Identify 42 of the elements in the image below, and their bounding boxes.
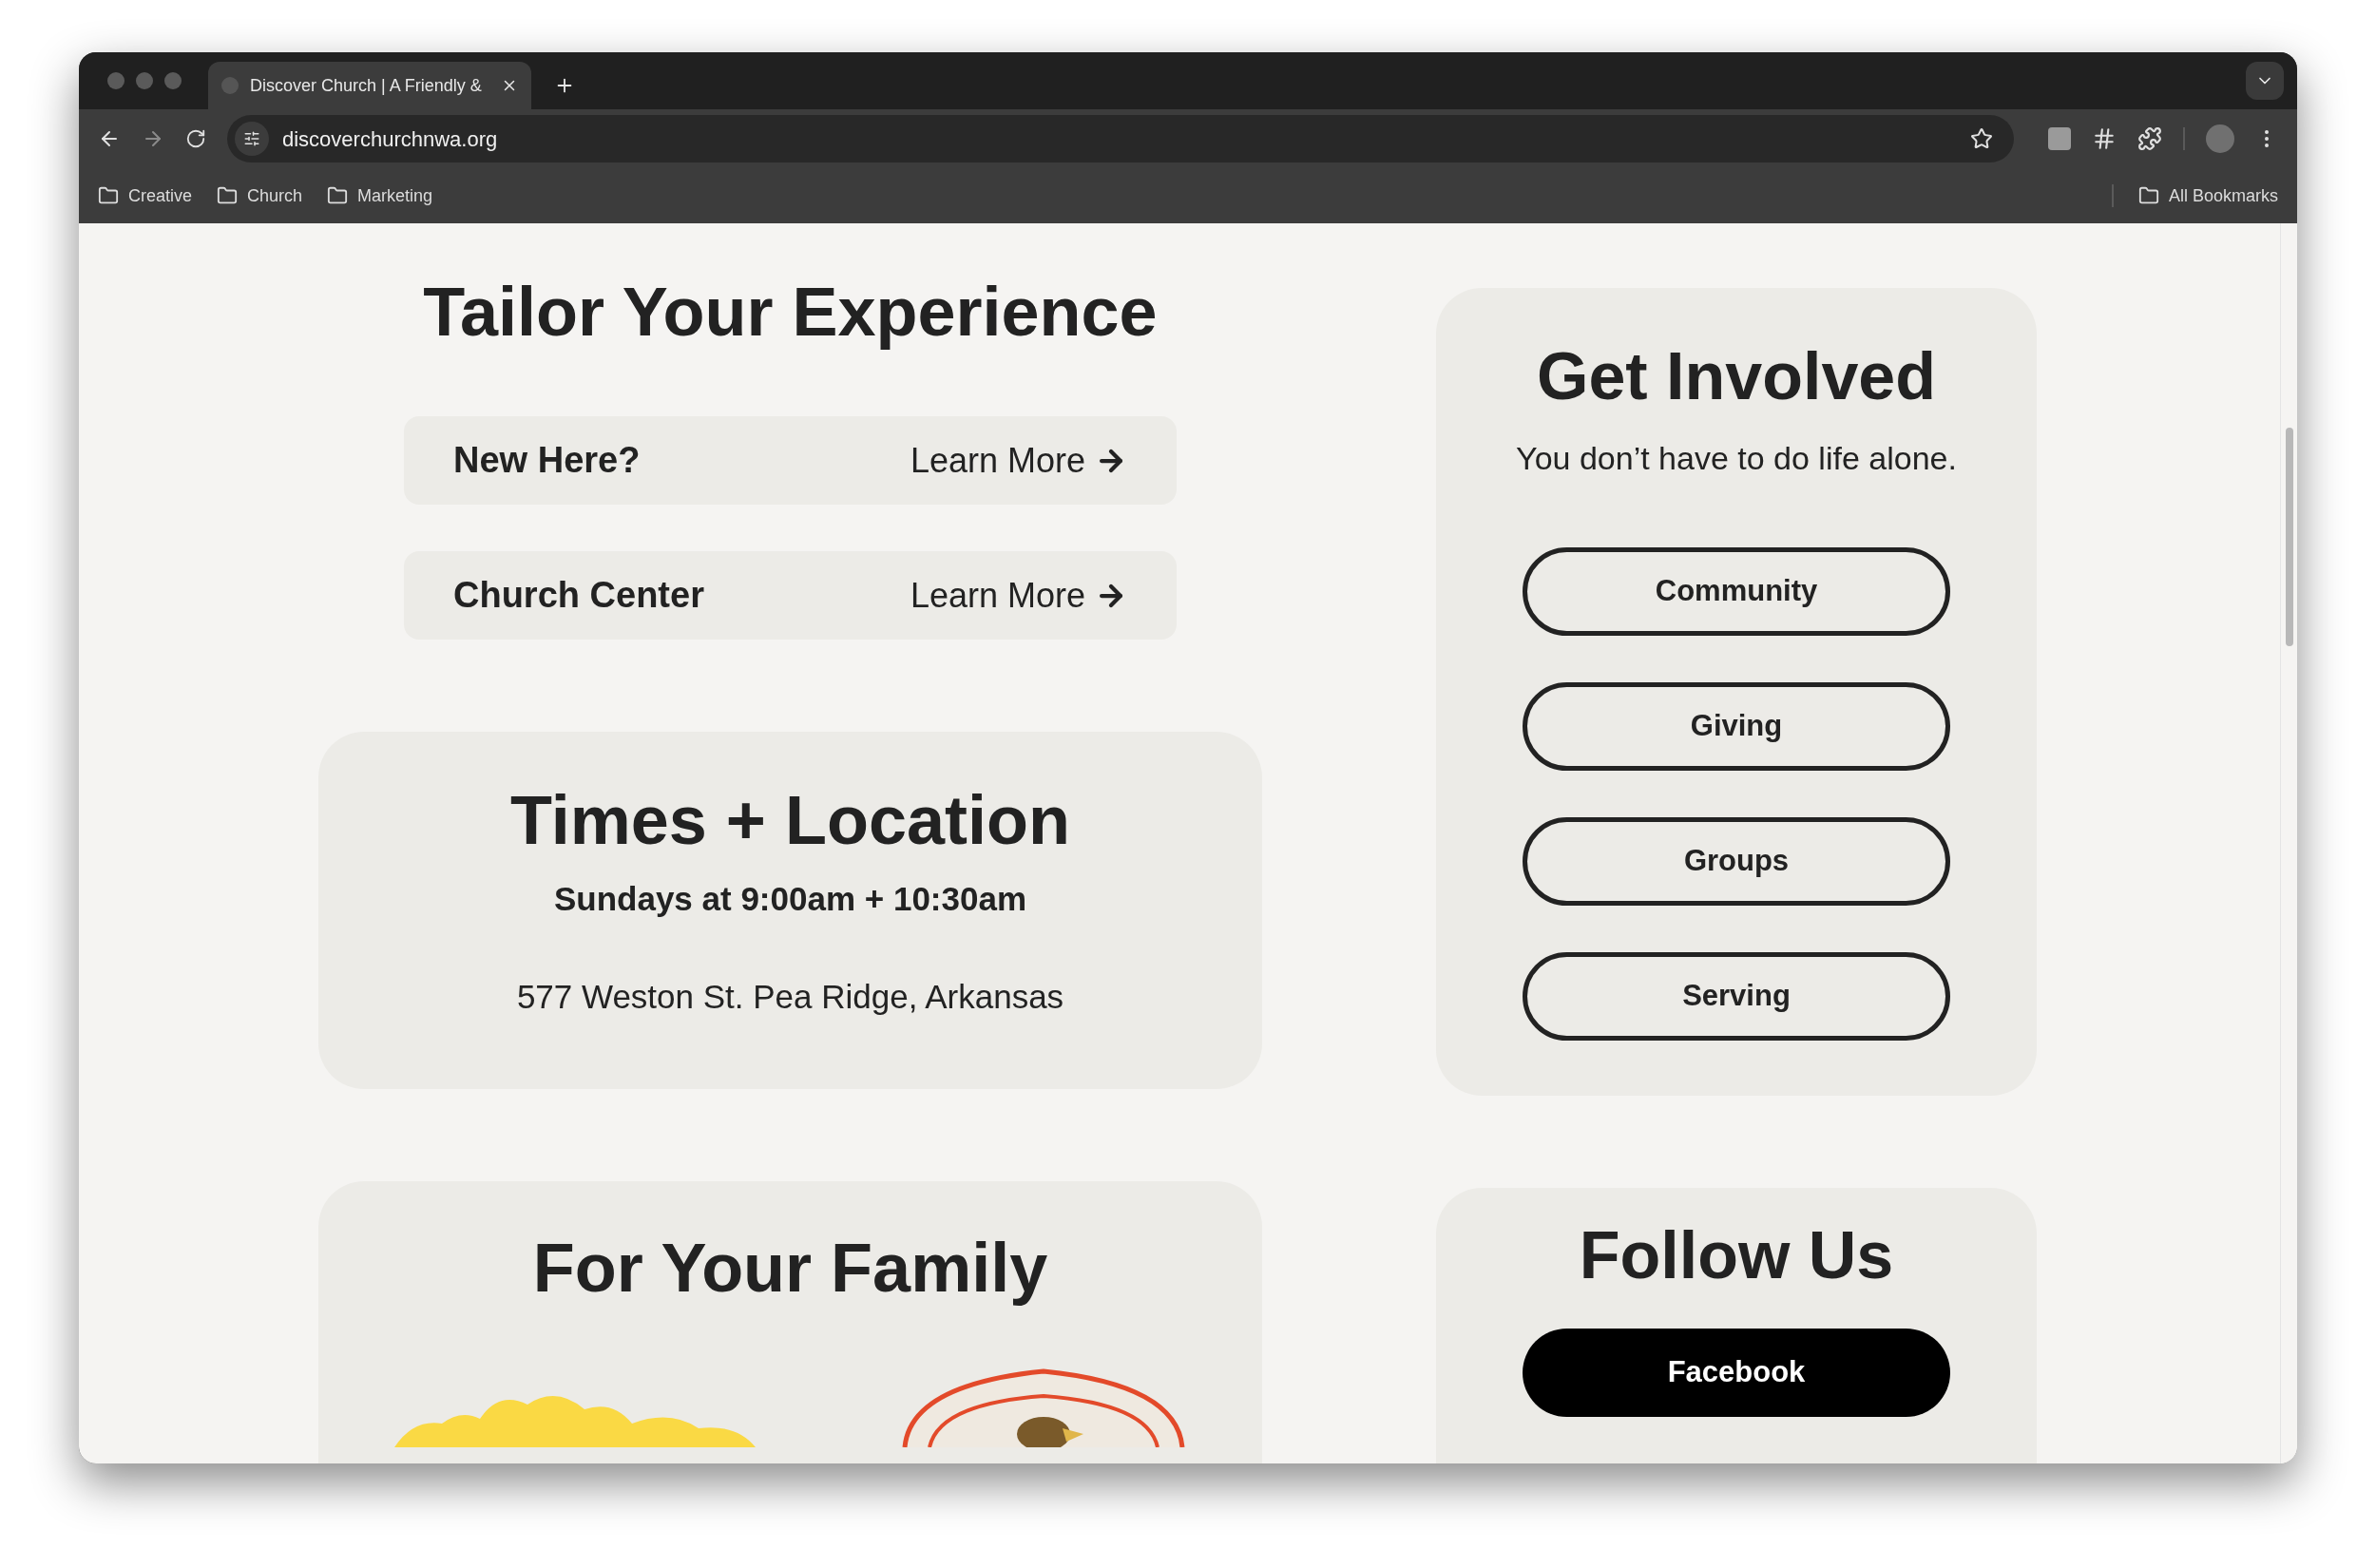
service-times-text: Sundays at 9:00am + 10:30am (553, 879, 1027, 919)
folder-icon (2137, 185, 2159, 206)
site-favicon-icon (221, 77, 239, 94)
outline-pill-button[interactable]: Serving (1523, 952, 1950, 1041)
folder-icon (98, 185, 119, 206)
all-bookmarks-item[interactable]: All Bookmarks (2137, 182, 2278, 209)
bookmark-item[interactable]: Creative (98, 182, 193, 209)
card-subtitle: You don’t have to do life alone. (1516, 439, 1957, 478)
address-bar[interactable]: discoverchurchnwa.org (227, 115, 2014, 163)
learn-more-link[interactable]: Learn More (910, 434, 1127, 487)
bookmark-item[interactable]: Marketing (327, 182, 433, 209)
window-zoom-control[interactable] (164, 72, 182, 89)
bookmark-item[interactable]: Church (217, 182, 303, 209)
card-heading: For Your Family (532, 1229, 1048, 1308)
extensions-icon[interactable] (2137, 126, 2162, 151)
folder-icon (327, 185, 349, 206)
window-minimize-control[interactable] (136, 72, 153, 89)
reload-icon[interactable] (185, 128, 206, 149)
scrollbar-thumb[interactable] (2285, 428, 2293, 646)
window-close-control[interactable] (107, 72, 125, 89)
browser-tab[interactable]: Discover Church | A Friendly & (208, 62, 531, 109)
link-card-title: New Here? (453, 439, 641, 482)
card-heading: Times + Location (510, 781, 1070, 860)
section-heading: Tailor Your Experience (423, 273, 1158, 352)
sliders-icon (243, 130, 260, 147)
bookmark-star-icon[interactable] (1970, 127, 1993, 150)
card-heading: Follow Us (1579, 1217, 1894, 1294)
link-card[interactable]: New Here? Learn More (404, 416, 1177, 505)
tab-title: Discover Church | A Friendly & (250, 74, 483, 97)
folder-icon (217, 185, 239, 206)
link-card[interactable]: Church Center Learn More (404, 551, 1177, 640)
url-text: discoverchurchnwa.org (282, 125, 499, 153)
site-settings-button[interactable] (235, 122, 269, 156)
social-button[interactable]: Facebook (1523, 1329, 1950, 1417)
card-heading: Get Involved (1536, 338, 1937, 415)
outline-pill-button[interactable]: Groups (1523, 817, 1950, 906)
outline-pill-button[interactable]: Community (1523, 547, 1950, 636)
learn-more-link[interactable]: Learn More (910, 569, 1127, 621)
hash-icon[interactable] (2092, 126, 2117, 151)
outline-pill-button[interactable]: Giving (1523, 682, 1950, 771)
link-card-title: Church Center (453, 574, 704, 617)
address-text: 577 Weston St. Pea Ridge, Arkansas (516, 976, 1064, 1017)
